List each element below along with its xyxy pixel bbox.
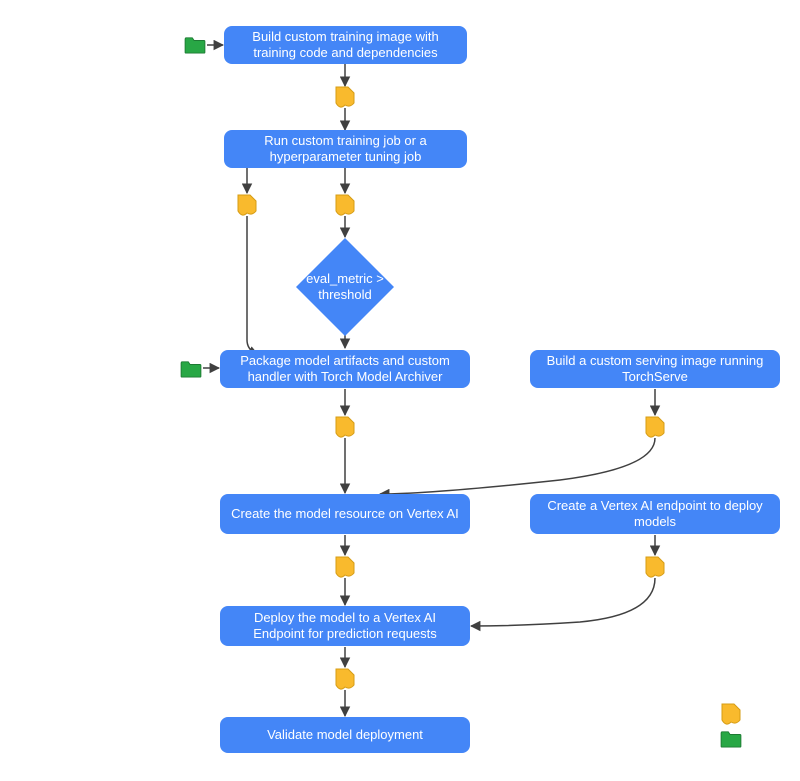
node-label: Validate model deployment xyxy=(267,727,423,743)
node-build-serving: Build a custom serving image running Tor… xyxy=(530,350,780,388)
doc-icon xyxy=(334,668,356,690)
node-package-model: Package model artifacts and custom handl… xyxy=(220,350,470,388)
doc-icon xyxy=(334,416,356,438)
doc-icon xyxy=(334,86,356,108)
folder-icon xyxy=(720,730,742,748)
node-label: eval_metric > threshold xyxy=(295,271,395,304)
node-create-endpoint: Create a Vertex AI endpoint to deploy mo… xyxy=(530,494,780,534)
doc-icon xyxy=(236,194,258,216)
node-label: Create a Vertex AI endpoint to deploy mo… xyxy=(540,498,770,531)
node-label: Build custom training image with trainin… xyxy=(234,29,457,62)
flowchart-canvas: Build custom training image with trainin… xyxy=(0,0,800,781)
node-label: Create the model resource on Vertex AI xyxy=(231,506,459,522)
doc-icon xyxy=(334,194,356,216)
doc-icon xyxy=(644,416,666,438)
doc-icon xyxy=(644,556,666,578)
node-build-training: Build custom training image with trainin… xyxy=(224,26,467,64)
node-decision: eval_metric > threshold xyxy=(295,237,395,337)
doc-icon xyxy=(334,556,356,578)
arrows-layer xyxy=(0,0,800,781)
node-run-training: Run custom training job or a hyperparame… xyxy=(224,130,467,168)
node-create-model: Create the model resource on Vertex AI xyxy=(220,494,470,534)
node-label: Package model artifacts and custom handl… xyxy=(230,353,460,386)
folder-icon xyxy=(184,36,206,54)
node-label: Build a custom serving image running Tor… xyxy=(540,353,770,386)
node-deploy-model: Deploy the model to a Vertex AI Endpoint… xyxy=(220,606,470,646)
node-validate: Validate model deployment xyxy=(220,717,470,753)
folder-icon xyxy=(180,360,202,378)
node-label: Deploy the model to a Vertex AI Endpoint… xyxy=(230,610,460,643)
node-label: Run custom training job or a hyperparame… xyxy=(234,133,457,166)
doc-icon xyxy=(720,703,742,725)
